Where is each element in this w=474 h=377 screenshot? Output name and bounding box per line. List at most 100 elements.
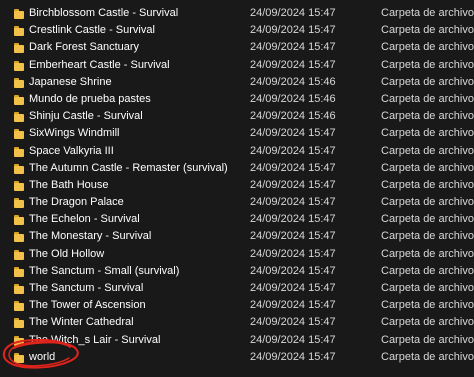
file-date: 24/09/2024 15:47: [250, 350, 336, 363]
file-row[interactable]: Shinju Castle - Survival 24/09/2024 15:4…: [0, 108, 474, 125]
file-date: 24/09/2024 15:47: [250, 213, 336, 226]
file-row[interactable]: The Monestary - Survival 24/09/2024 15:4…: [0, 228, 474, 245]
file-row[interactable]: The Autumn Castle - Remaster (survival) …: [0, 160, 474, 177]
file-date: 24/09/2024 15:47: [250, 316, 336, 329]
folder-icon: [14, 301, 24, 312]
folder-icon: [14, 215, 24, 226]
file-name: Dark Forest Sanctuary: [29, 41, 140, 54]
file-row[interactable]: Dark Forest Sanctuary 24/09/2024 15:47 C…: [0, 39, 474, 56]
file-name: The Tower of Ascension: [29, 299, 146, 312]
file-row[interactable]: Japanese Shrine 24/09/2024 15:46 Carpeta…: [0, 74, 474, 91]
file-row[interactable]: The Echelon - Survival 24/09/2024 15:47 …: [0, 211, 474, 228]
file-type: Carpeta de archivos: [381, 213, 474, 226]
folder-icon: [14, 112, 24, 123]
file-type: Carpeta de archivos: [381, 144, 474, 157]
file-date: 24/09/2024 15:47: [250, 196, 336, 209]
file-list: Birchblossom Castle - Survival 24/09/202…: [0, 5, 474, 366]
file-type: Carpeta de archivos: [381, 350, 474, 363]
file-type: Carpeta de archivos: [381, 230, 474, 243]
file-row[interactable]: The Witch_s Lair - Survival 24/09/2024 1…: [0, 332, 474, 349]
folder-icon: [14, 232, 24, 243]
file-type: Carpeta de archivos: [381, 127, 474, 140]
file-date: 24/09/2024 15:47: [250, 299, 336, 312]
file-date: 24/09/2024 15:47: [250, 58, 336, 71]
file-date: 24/09/2024 15:47: [250, 247, 336, 260]
file-row[interactable]: The Bath House 24/09/2024 15:47 Carpeta …: [0, 177, 474, 194]
file-type: Carpeta de archivos: [381, 316, 474, 329]
file-row[interactable]: Crestlink Castle - Survival 24/09/2024 1…: [0, 22, 474, 39]
file-date: 24/09/2024 15:46: [250, 92, 336, 105]
file-type: Carpeta de archivos: [381, 282, 474, 294]
folder-icon: [14, 352, 24, 363]
file-type: Carpeta de archivos: [381, 92, 474, 105]
file-row[interactable]: Mundo de prueba pastes 24/09/2024 15:46 …: [0, 91, 474, 108]
folder-icon: [14, 318, 24, 329]
folder-icon: [14, 26, 24, 37]
file-type: Carpeta de archivos: [381, 333, 474, 346]
file-date: 24/09/2024 15:47: [250, 282, 336, 294]
file-name: The Monestary - Survival: [29, 230, 152, 243]
file-name: The Echelon - Survival: [29, 213, 140, 226]
file-type: Carpeta de archivos: [381, 58, 474, 71]
folder-icon: [14, 77, 24, 88]
file-date: 24/09/2024 15:47: [250, 264, 336, 277]
file-name: Shinju Castle - Survival: [29, 110, 143, 123]
file-row[interactable]: The Sanctum - Small (survival) 24/09/202…: [0, 263, 474, 280]
file-date: 24/09/2024 15:47: [250, 7, 336, 19]
file-row-world[interactable]: world 24/09/2024 15:47 Carpeta de archiv…: [0, 349, 474, 366]
file-date: 24/09/2024 15:46: [250, 75, 336, 88]
folder-icon: [14, 249, 24, 260]
folder-icon: [14, 180, 24, 191]
file-name: The Sanctum - Small (survival): [29, 264, 180, 277]
folder-icon: [14, 9, 24, 19]
file-name: The Autumn Castle - Remaster (survival): [29, 161, 228, 174]
file-row[interactable]: SixWings Windmill 24/09/2024 15:47 Carpe…: [0, 125, 474, 142]
file-date: 24/09/2024 15:46: [250, 110, 336, 123]
file-date: 24/09/2024 15:47: [250, 333, 336, 346]
file-name: Mundo de prueba pastes: [29, 92, 151, 105]
file-row[interactable]: The Winter Cathedral 24/09/2024 15:47 Ca…: [0, 314, 474, 331]
file-name: The Dragon Palace: [29, 196, 124, 209]
file-type: Carpeta de archivos: [381, 247, 474, 260]
file-row[interactable]: The Tower of Ascension 24/09/2024 15:47 …: [0, 297, 474, 314]
folder-icon: [14, 284, 24, 294]
file-type: Carpeta de archivos: [381, 264, 474, 277]
file-type: Carpeta de archivos: [381, 110, 474, 123]
folder-icon: [14, 60, 24, 71]
file-name: SixWings Windmill: [29, 127, 120, 140]
file-name: The Sanctum - Survival: [29, 282, 144, 294]
file-date: 24/09/2024 15:47: [250, 127, 336, 140]
file-row[interactable]: Space Valkyria III 24/09/2024 15:47 Carp…: [0, 143, 474, 160]
file-type: Carpeta de archivos: [381, 24, 474, 37]
folder-icon: [14, 198, 24, 209]
file-name: Japanese Shrine: [29, 75, 112, 88]
file-name: The Bath House: [29, 178, 109, 191]
file-row[interactable]: Emberheart Castle - Survival 24/09/2024 …: [0, 57, 474, 74]
folder-icon: [14, 129, 24, 140]
file-row[interactable]: The Dragon Palace 24/09/2024 15:47 Carpe…: [0, 194, 474, 211]
file-type: Carpeta de archivos: [381, 7, 474, 19]
file-row[interactable]: The Old Hollow 24/09/2024 15:47 Carpeta …: [0, 246, 474, 263]
file-name: world: [29, 350, 56, 363]
folder-icon: [14, 43, 24, 54]
file-row[interactable]: Birchblossom Castle - Survival 24/09/202…: [0, 5, 474, 22]
file-name: Crestlink Castle - Survival: [29, 24, 155, 37]
folder-icon: [14, 335, 24, 346]
file-date: 24/09/2024 15:47: [250, 24, 336, 37]
file-name: The Witch_s Lair - Survival: [29, 333, 161, 346]
file-name: Birchblossom Castle - Survival: [29, 7, 179, 19]
file-type: Carpeta de archivos: [381, 75, 474, 88]
file-type: Carpeta de archivos: [381, 196, 474, 209]
file-type: Carpeta de archivos: [381, 178, 474, 191]
file-type: Carpeta de archivos: [381, 41, 474, 54]
file-date: 24/09/2024 15:47: [250, 178, 336, 191]
file-name: The Winter Cathedral: [29, 316, 134, 329]
file-name: Space Valkyria III: [29, 144, 114, 157]
file-type: Carpeta de archivos: [381, 161, 474, 174]
file-date: 24/09/2024 15:47: [250, 230, 336, 243]
file-name: Emberheart Castle - Survival: [29, 58, 170, 71]
file-row[interactable]: The Sanctum - Survival 24/09/2024 15:47 …: [0, 280, 474, 297]
file-date: 24/09/2024 15:47: [250, 41, 336, 54]
file-date: 24/09/2024 15:47: [250, 161, 336, 174]
file-date: 24/09/2024 15:47: [250, 144, 336, 157]
